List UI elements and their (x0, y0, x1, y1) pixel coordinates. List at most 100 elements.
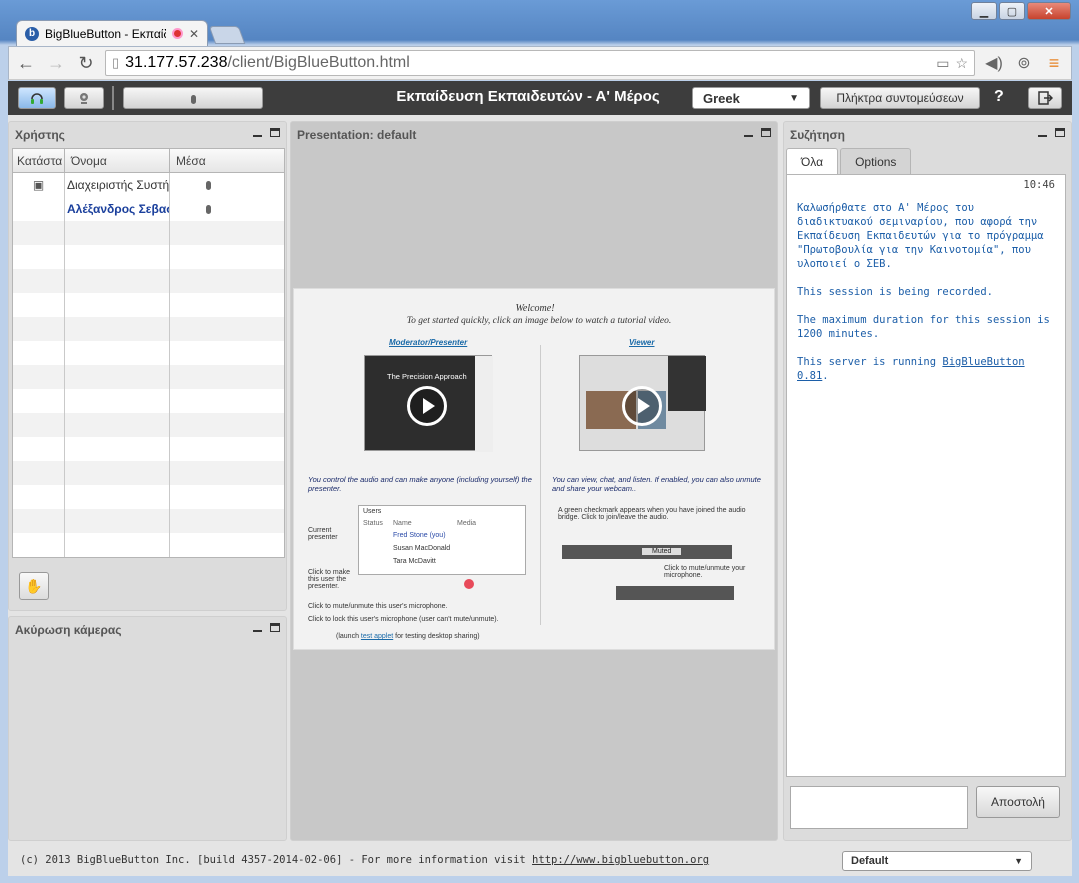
tab-options[interactable]: Options (840, 148, 912, 174)
shortcuts-button[interactable]: Πλήκτρα συντομεύσεων (820, 87, 980, 109)
webcam-button[interactable] (64, 87, 104, 109)
mini-users-table: Users Status Name Media Fred Stone (you)… (358, 505, 526, 575)
window-controls: ▁ ▢ ✕ (971, 2, 1071, 20)
maximize-window-button[interactable]: ▢ (999, 2, 1025, 20)
moderator-link[interactable]: Moderator/Presenter (389, 338, 467, 347)
green-check-note: A green checkmark appears when you have … (558, 507, 746, 521)
chat-timestamp: 10:46 (1023, 179, 1055, 191)
logout-button[interactable] (1028, 87, 1062, 109)
microphone-icon[interactable] (206, 205, 211, 214)
empty-row (13, 389, 284, 413)
header-divider (112, 86, 114, 110)
mini-col-name: Name (393, 520, 412, 527)
chat-message: Καλωσήρθατε στο Α' Μέρος του διαδικτυακο… (797, 202, 1044, 270)
bbb-website-link[interactable]: http://www.bigbluebutton.org (532, 854, 709, 866)
viewer-description: You can view, chat, and listen. If enabl… (552, 475, 761, 493)
col-name[interactable]: Όνομα (65, 149, 170, 172)
tab-all[interactable]: Όλα (786, 148, 839, 174)
mini-toolbar-b (616, 586, 734, 600)
empty-row (13, 317, 284, 341)
maximize-panel-icon[interactable] (270, 623, 280, 632)
maximize-panel-icon[interactable] (1055, 128, 1065, 137)
minimize-panel-icon[interactable] (253, 128, 262, 137)
minimize-panel-icon[interactable] (744, 128, 753, 137)
minimize-panel-icon[interactable] (253, 623, 262, 632)
minimize-panel-icon[interactable] (1038, 128, 1047, 137)
help-button[interactable]: ? (994, 88, 1004, 106)
chat-title: Συζήτηση (790, 128, 845, 142)
language-select[interactable]: Greek ▼ (692, 87, 810, 109)
moderator-video-thumbnail[interactable]: The Precision Approach (364, 355, 493, 452)
table-row[interactable]: Αλέξανδρος Σεβαστ (13, 197, 284, 221)
app-header: Εκπαίδευση Εκπαιδευτών - Α' Μέρος Greek … (8, 81, 1072, 115)
col-status[interactable]: Κατάστα (13, 149, 65, 172)
audio-extension-icon[interactable]: ◀) (983, 53, 1005, 73)
presenter-icon: ▣ (32, 178, 45, 192)
page-icon: ▯ (112, 55, 120, 70)
user-name: Διαχειριστής Συστήματος (65, 173, 170, 197)
reload-icon[interactable]: ↻ (75, 52, 97, 74)
bbb-favicon-icon: b (25, 26, 39, 41)
moderator-description: You control the audio and can make anyon… (308, 475, 532, 493)
send-button[interactable]: Αποστολή (976, 786, 1060, 818)
mute-mic-note: Click to mute/unmute your microphone. (664, 565, 746, 579)
minimize-window-button[interactable]: ▁ (971, 2, 997, 20)
mini-user-3: Tara McDavitt (393, 558, 436, 565)
chevron-down-icon: ▼ (789, 92, 799, 104)
table-row[interactable]: ▣ Διαχειριστής Συστήματος (13, 173, 284, 197)
empty-row (13, 413, 284, 437)
browser-tab[interactable]: b BigBlueButton - Εκπαίδ ✕ (16, 20, 208, 46)
empty-row (13, 221, 284, 245)
camera-blocked-icon[interactable]: ▭ (936, 55, 949, 72)
camera-panel: Ακύρωση κάμερας (8, 616, 287, 841)
back-arrow-icon[interactable]: ← (15, 52, 37, 74)
play-icon (407, 386, 447, 426)
hand-icon: ✋ (25, 577, 43, 594)
bookmark-star-icon[interactable]: ☆ (955, 55, 968, 72)
microphone-icon[interactable] (206, 181, 211, 190)
browser-toolbar: ← → ↻ ▯ 31.177.57.238/client/BigBlueButt… (8, 46, 1072, 80)
close-window-button[interactable]: ✕ (1027, 2, 1071, 20)
chat-messages: 10:46 Καλωσήρθατε στο Α' Μέρος του διαδι… (786, 174, 1066, 777)
recording-icon (171, 28, 183, 39)
logout-icon (1038, 91, 1053, 105)
maximize-panel-icon[interactable] (761, 128, 771, 137)
make-presenter-note: Click to make this user the presenter. (308, 569, 351, 590)
muted-label: Muted (642, 548, 682, 555)
layout-select[interactable]: Default ▼ (842, 851, 1032, 871)
chat-message: This session is being recorded. (797, 286, 993, 298)
mini-user-1: Fred Stone (you) (393, 532, 446, 539)
empty-row (13, 437, 284, 461)
col-media[interactable]: Μέσα (170, 149, 284, 172)
presentation-slide[interactable]: Welcome! To get started quickly, click a… (293, 288, 775, 650)
empty-row (13, 509, 284, 533)
new-tab-button[interactable] (208, 26, 246, 44)
chat-input[interactable] (790, 786, 968, 829)
empty-row (13, 269, 284, 293)
viewer-video-thumbnail[interactable] (579, 355, 706, 451)
lock-user-note: Click to lock this user's microphone (us… (308, 616, 499, 623)
viewer-link[interactable]: Viewer (629, 338, 655, 347)
chat-message: The maximum duration for this session is… (797, 314, 1050, 340)
headset-icon (31, 93, 43, 104)
slide-subtitle: To get started quickly, click an image b… (406, 316, 672, 326)
thumb-title: The Precision Approach (387, 372, 467, 381)
raise-hand-button[interactable]: ✋ (19, 572, 49, 600)
forward-arrow-icon[interactable]: → (45, 52, 67, 74)
test-applet-link[interactable]: test applet (361, 633, 393, 640)
film-extension-icon[interactable]: ⊚ (1013, 53, 1035, 73)
address-bar[interactable]: ▯ 31.177.57.238/client/BigBlueButton.htm… (105, 50, 975, 76)
menu-icon[interactable]: ≡ (1043, 53, 1065, 74)
slide-divider (540, 345, 541, 625)
meeting-title: Εκπαίδευση Εκπαιδευτών - Α' Μέρος (396, 88, 660, 105)
microphone-button[interactable] (123, 87, 263, 109)
headset-button[interactable] (18, 87, 56, 109)
close-tab-icon[interactable]: ✕ (189, 27, 199, 41)
empty-row (13, 461, 284, 485)
presentation-title: Presentation: default (297, 128, 417, 142)
microphone-icon (190, 94, 196, 104)
chat-panel: Συζήτηση Όλα Options 10:46 Καλωσήρθατε σ… (783, 121, 1072, 841)
empty-row (13, 341, 284, 365)
mini-user-2: Susan MacDonald (393, 545, 451, 552)
maximize-panel-icon[interactable] (270, 128, 280, 137)
